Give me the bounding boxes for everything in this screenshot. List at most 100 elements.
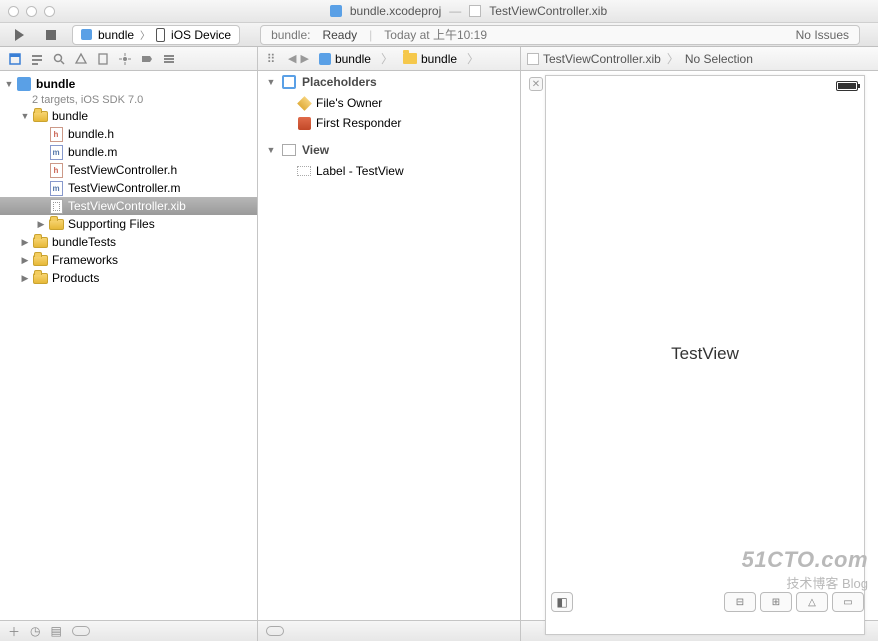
window-titlebar: bundle.xcodeproj — TestViewController.xi… xyxy=(0,0,878,23)
tree-row-bundletests[interactable]: ▶ bundleTests xyxy=(0,233,257,251)
nav-back-icon[interactable]: ◀ xyxy=(288,52,296,65)
test-navigator-icon[interactable] xyxy=(96,52,110,66)
jumpbar-selection[interactable]: No Selection xyxy=(685,52,753,66)
debug-navigator-icon[interactable] xyxy=(118,52,132,66)
align-button[interactable]: ⊟ xyxy=(724,592,756,612)
find-navigator-icon[interactable] xyxy=(52,52,66,66)
project-icon xyxy=(330,5,342,17)
jumpbar-folder[interactable]: bundle xyxy=(403,52,457,66)
tab-row: ⠿ ◀ ▶ bundle 〉 bundle 〉 TestViewControll… xyxy=(0,47,878,71)
tree-row-frameworks[interactable]: ▶ Frameworks xyxy=(0,251,257,269)
navigator-tabs xyxy=(0,47,258,70)
disclosure-triangle-icon[interactable]: ▼ xyxy=(20,111,30,121)
filter-field[interactable] xyxy=(266,626,284,636)
pin-button[interactable]: ⊞ xyxy=(760,592,792,612)
folder-icon xyxy=(33,273,48,284)
tree-label: bundle.m xyxy=(68,145,117,159)
clock-icon[interactable]: ◷ xyxy=(30,624,40,638)
jumpbar-file[interactable]: TestViewController.xib xyxy=(527,52,661,66)
stop-button[interactable] xyxy=(40,26,62,44)
window-title: bundle.xcodeproj — TestViewController.xi… xyxy=(67,4,870,18)
scheme-icon xyxy=(81,29,92,40)
tree-row-bundle-m[interactable]: m bundle.m xyxy=(0,143,257,161)
project-root[interactable]: ▼ bundle xyxy=(0,75,257,93)
simulated-status-bar xyxy=(546,76,864,96)
first-responder-item[interactable]: First Responder xyxy=(258,113,520,133)
resolve-issues-button[interactable]: △ xyxy=(796,592,828,612)
tree-row-supporting-files[interactable]: ▶ Supporting Files xyxy=(0,215,257,233)
document-outline: ▼ Placeholders File's Owner First Respon… xyxy=(258,71,521,620)
close-window-icon[interactable] xyxy=(8,6,19,17)
header-file-icon: h xyxy=(50,127,63,142)
disclosure-triangle-icon[interactable]: ▼ xyxy=(4,79,14,89)
impl-file-icon: m xyxy=(50,145,63,160)
tree-label: TestViewController.m xyxy=(68,181,181,195)
title-project: bundle.xcodeproj xyxy=(350,4,441,18)
xib-file-icon xyxy=(527,53,539,65)
jumpbar-project[interactable]: bundle xyxy=(319,52,371,66)
tree-row-testviewcontroller-h[interactable]: h TestViewController.h xyxy=(0,161,257,179)
log-navigator-icon[interactable] xyxy=(162,52,176,66)
files-owner-item[interactable]: File's Owner xyxy=(258,93,520,113)
scheme-selector[interactable]: bundle 〉 iOS Device xyxy=(72,25,240,45)
project-navigator-icon[interactable] xyxy=(8,52,22,66)
add-icon[interactable]: ＋ xyxy=(8,623,20,640)
project-subtitle: 2 targets, iOS SDK 7.0 xyxy=(32,94,143,106)
tree-row-testviewcontroller-m[interactable]: m TestViewController.m xyxy=(0,179,257,197)
nav-forward-icon[interactable]: ▶ xyxy=(300,52,308,65)
stop-icon xyxy=(46,30,56,40)
project-navigator: ▼ bundle 2 targets, iOS SDK 7.0 ▼ bundle… xyxy=(0,71,258,620)
issues-label: No Issues xyxy=(796,28,849,42)
tree-row-bundle[interactable]: ▼ bundle xyxy=(0,107,257,125)
editor-jumpbar: TestViewController.xib 〉 No Selection xyxy=(521,47,878,70)
placeholders-header[interactable]: ▼ Placeholders xyxy=(258,71,520,93)
tree-row-testviewcontroller-xib[interactable]: TestViewController.xib xyxy=(0,197,257,215)
project-name: bundle xyxy=(36,78,75,90)
view-icon xyxy=(282,144,296,156)
view-header[interactable]: ▼ View xyxy=(258,139,520,161)
disclosure-triangle-icon[interactable]: ▶ xyxy=(20,255,30,266)
activity-viewer: bundle: Ready | Today at 上午10:19 No Issu… xyxy=(260,25,860,45)
disclosure-triangle-icon[interactable]: ▼ xyxy=(266,145,276,155)
device-name: iOS Device xyxy=(171,28,231,42)
chevron-right-icon: 〉 xyxy=(140,27,150,42)
xib-file-icon xyxy=(469,5,481,17)
tree-label: bundle xyxy=(52,109,88,123)
related-items-icon[interactable]: ⠿ xyxy=(264,52,278,66)
responder-icon xyxy=(298,117,311,130)
toggle-outline-button[interactable]: ◧ xyxy=(551,592,573,612)
minimize-window-icon[interactable] xyxy=(26,6,37,17)
title-file: TestViewController.xib xyxy=(489,4,607,18)
tree-label: bundle.h xyxy=(68,127,114,141)
status-prefix: bundle: xyxy=(271,28,310,42)
status-word: Ready xyxy=(322,28,357,42)
history-nav: ◀ ▶ xyxy=(288,52,309,65)
label-item[interactable]: Label - TestView xyxy=(258,161,520,181)
disclosure-triangle-icon[interactable]: ▼ xyxy=(266,77,276,87)
tree-label: Products xyxy=(52,271,99,285)
disclosure-triangle-icon[interactable]: ▶ xyxy=(36,219,46,230)
close-document-icon[interactable]: ✕ xyxy=(529,77,543,91)
zoom-window-icon[interactable] xyxy=(44,6,55,17)
tree-row-products[interactable]: ▶ Products xyxy=(0,269,257,287)
toolbar: bundle 〉 iOS Device bundle: Ready | Toda… xyxy=(0,23,878,47)
impl-file-icon: m xyxy=(50,181,63,196)
interface-builder-canvas[interactable]: ✕ TestView ◧ ⊟ ⊞ △ ▭ 51CTO.com 技术博客 Blog xyxy=(521,71,878,620)
tree-row-bundle-h[interactable]: h bundle.h xyxy=(0,125,257,143)
filter-field[interactable] xyxy=(72,626,90,636)
play-icon xyxy=(15,29,24,41)
disclosure-triangle-icon[interactable]: ▶ xyxy=(20,237,30,248)
test-view-label[interactable]: TestView xyxy=(671,344,739,364)
issue-navigator-icon[interactable] xyxy=(74,52,88,66)
breakpoint-navigator-icon[interactable] xyxy=(140,52,154,66)
disclosure-triangle-icon[interactable]: ▶ xyxy=(20,273,30,284)
watermark: 51CTO.com 技术博客 Blog xyxy=(742,547,868,592)
project-icon xyxy=(319,53,331,65)
resizing-button[interactable]: ▭ xyxy=(832,592,864,612)
scm-icon[interactable]: ▤ xyxy=(51,624,62,638)
outline-filter-bar xyxy=(258,621,521,641)
run-button[interactable] xyxy=(8,26,30,44)
navigator-filter-bar: ＋ ◷ ▤ xyxy=(0,621,258,641)
symbol-navigator-icon[interactable] xyxy=(30,52,44,66)
outline-jumpbar: ⠿ ◀ ▶ bundle 〉 bundle 〉 xyxy=(258,47,521,70)
